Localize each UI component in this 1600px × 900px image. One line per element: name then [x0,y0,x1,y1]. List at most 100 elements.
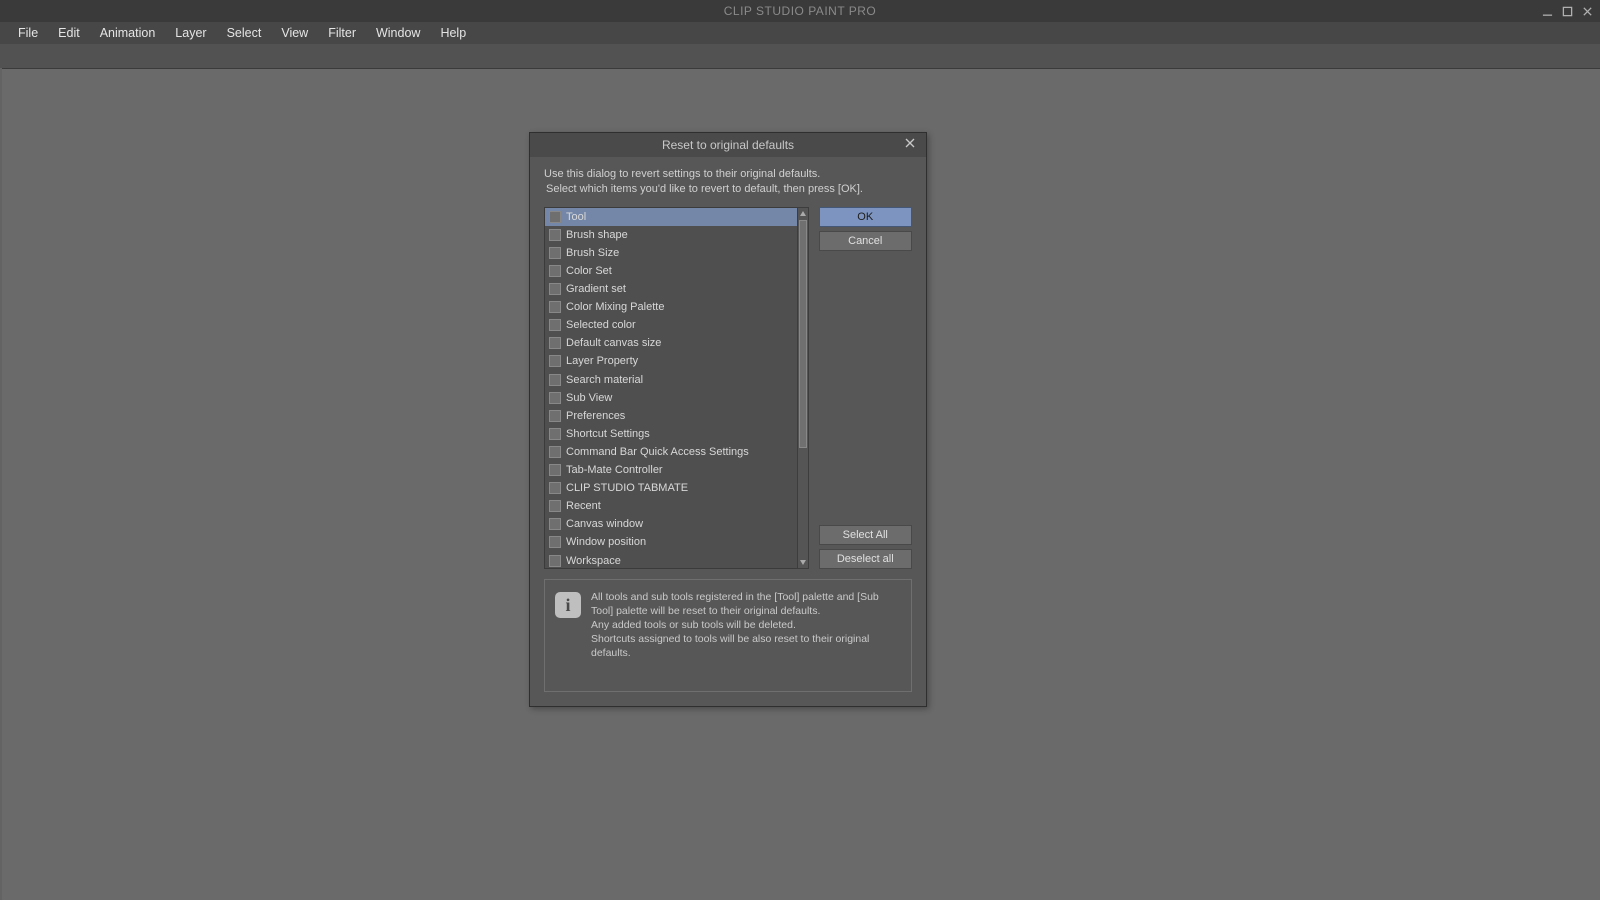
info-line1: All tools and sub tools registered in th… [591,590,901,618]
list-item[interactable]: Command Bar Quick Access Settings [545,443,797,461]
list-item[interactable]: Workspace [545,551,797,568]
select-all-button[interactable]: Select All [819,525,912,545]
menu-layer[interactable]: Layer [165,23,216,43]
minimize-button[interactable] [1540,4,1554,18]
checkbox[interactable] [549,482,561,494]
deselect-all-button[interactable]: Deselect all [819,549,912,569]
checkbox[interactable] [549,265,561,277]
dialog-titlebar[interactable]: Reset to original defaults [530,133,926,157]
scrollbar[interactable] [797,207,809,569]
info-line2: Any added tools or sub tools will be del… [591,618,901,632]
checkbox[interactable] [549,428,561,440]
maximize-button[interactable] [1560,4,1574,18]
list-item-label: Shortcut Settings [566,428,650,440]
checkbox[interactable] [549,392,561,404]
dialog-title: Reset to original defaults [662,138,794,152]
list-item[interactable]: Sub View [545,389,797,407]
list-item-label: Tab-Mate Controller [566,464,663,476]
menu-file[interactable]: File [8,23,48,43]
list-item[interactable]: Canvas window [545,515,797,533]
checkbox[interactable] [549,555,561,567]
list-item-label: Default canvas size [566,337,661,349]
list-item[interactable]: Tool [545,208,797,226]
app-titlebar: CLIP STUDIO PAINT PRO [0,0,1600,22]
menu-view[interactable]: View [271,23,318,43]
checkbox[interactable] [549,211,561,223]
checkbox[interactable] [549,355,561,367]
menubar: File Edit Animation Layer Select View Fi… [0,22,1600,44]
info-text: All tools and sub tools registered in th… [591,590,901,661]
checkbox[interactable] [549,301,561,313]
list-item-label: Color Mixing Palette [566,301,664,313]
list-item[interactable]: Window position [545,533,797,551]
list-item[interactable]: Shortcut Settings [545,425,797,443]
menu-edit[interactable]: Edit [48,23,90,43]
list-item[interactable]: Selected color [545,316,797,334]
checkbox[interactable] [549,319,561,331]
dialog-desc-line2: Select which items you'd like to revert … [544,182,912,197]
scroll-thumb[interactable] [799,220,807,448]
checkbox[interactable] [549,464,561,476]
scroll-down-icon[interactable] [798,556,808,568]
list-item-label: Canvas window [566,518,643,530]
list-item[interactable]: Gradient set [545,280,797,298]
reset-items-list[interactable]: Tool Brush shape Brush Size Color Set Gradie… [544,207,798,569]
menu-animation[interactable]: Animation [90,23,166,43]
list-item-label: Selected color [566,319,636,331]
menu-filter[interactable]: Filter [318,23,366,43]
list-item[interactable]: Recent [545,497,797,515]
list-item-label: CLIP STUDIO TABMATE [566,482,688,494]
list-item[interactable]: Brush Size [545,244,797,262]
info-box: i All tools and sub tools registered in … [544,579,912,692]
checkbox[interactable] [549,374,561,386]
list-item-label: Sub View [566,392,612,404]
checkbox[interactable] [549,283,561,295]
menu-select[interactable]: Select [217,23,272,43]
list-item-label: Tool [566,211,586,223]
app-title: CLIP STUDIO PAINT PRO [724,4,877,18]
checkbox[interactable] [549,229,561,241]
checkbox[interactable] [549,518,561,530]
list-item[interactable]: CLIP STUDIO TABMATE [545,479,797,497]
close-button[interactable] [1580,4,1594,18]
ok-button[interactable]: OK [819,207,912,227]
dialog-description: Use this dialog to revert settings to th… [544,167,912,197]
list-item-label: Command Bar Quick Access Settings [566,446,749,458]
list-item-label: Workspace [566,555,621,567]
dialog-body: Use this dialog to revert settings to th… [530,157,926,706]
list-item[interactable]: Brush shape [545,226,797,244]
dialog-desc-line1: Use this dialog to revert settings to th… [544,167,912,182]
list-item-label: Gradient set [566,283,626,295]
checkbox[interactable] [549,247,561,259]
window-controls [1540,0,1594,22]
list-item-label: Window position [566,536,646,548]
cancel-button[interactable]: Cancel [819,231,912,251]
info-line3: Shortcuts assigned to tools will be also… [591,632,901,660]
scroll-up-icon[interactable] [798,208,808,220]
checkbox[interactable] [549,446,561,458]
list-item-label: Color Set [566,265,612,277]
checkbox[interactable] [549,337,561,349]
info-icon: i [555,592,581,618]
reset-defaults-dialog: Reset to original defaults Use this dial… [529,132,927,707]
list-item-label: Layer Property [566,355,638,367]
list-item-label: Brush shape [566,229,628,241]
list-item-label: Preferences [566,410,625,422]
list-item[interactable]: Color Set [545,262,797,280]
list-item[interactable]: Preferences [545,407,797,425]
list-item[interactable]: Default canvas size [545,334,797,352]
list-item-label: Search material [566,374,643,386]
checkbox[interactable] [549,410,561,422]
list-item-label: Recent [566,500,601,512]
list-item[interactable]: Search material [545,371,797,389]
list-item[interactable]: Layer Property [545,352,797,370]
menu-window[interactable]: Window [366,23,430,43]
toolbar-strip [0,44,1600,68]
checkbox[interactable] [549,500,561,512]
list-item[interactable]: Color Mixing Palette [545,298,797,316]
list-item-label: Brush Size [566,247,619,259]
close-icon[interactable] [904,137,920,153]
list-item[interactable]: Tab-Mate Controller [545,461,797,479]
checkbox[interactable] [549,536,561,548]
menu-help[interactable]: Help [430,23,476,43]
